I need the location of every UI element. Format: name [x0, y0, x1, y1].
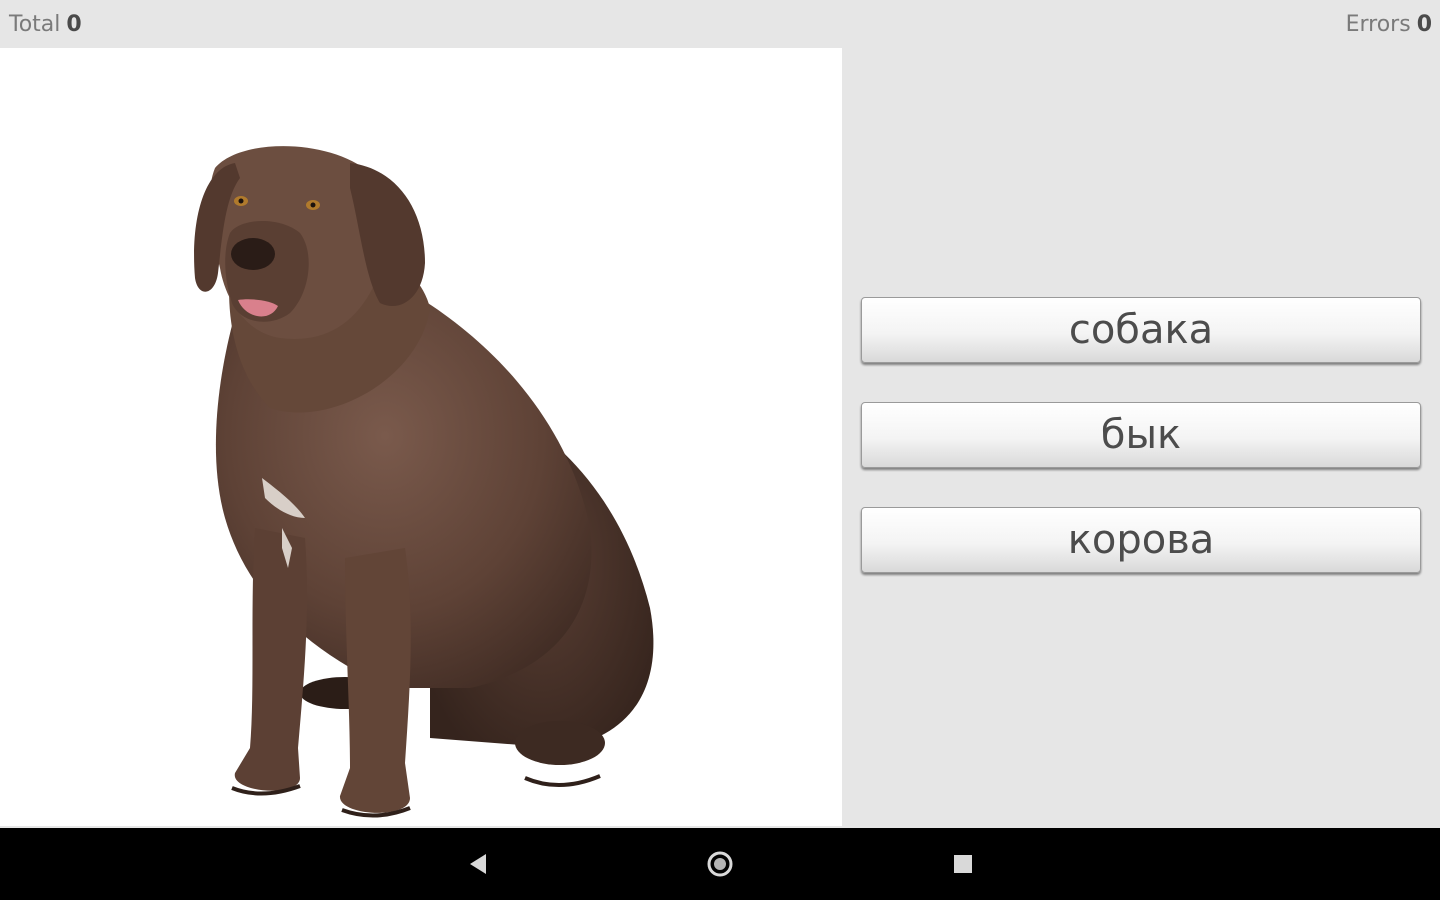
status-bar: Total 0 Errors 0: [0, 0, 1440, 48]
back-icon[interactable]: [458, 844, 498, 884]
answer-button-2[interactable]: бык: [861, 402, 1421, 468]
answer-button-1[interactable]: собака: [861, 297, 1421, 363]
answers-panel: собака бык корова: [842, 48, 1440, 826]
recent-apps-icon[interactable]: [943, 844, 983, 884]
total-label: Total: [9, 12, 61, 37]
quiz-app: Total 0 Errors 0 собака бык корова: [0, 0, 1440, 900]
dog-picture: [194, 146, 654, 818]
errors-counter: Errors 0: [1346, 12, 1432, 37]
home-icon[interactable]: [700, 844, 740, 884]
answer-button-3[interactable]: корова: [861, 507, 1421, 573]
total-value: 0: [66, 12, 82, 37]
question-image-panel: [0, 48, 842, 826]
errors-label: Errors: [1345, 12, 1411, 37]
total-counter: Total 0: [9, 12, 82, 37]
errors-value: 0: [1416, 12, 1432, 37]
system-nav-bar: [0, 828, 1440, 900]
